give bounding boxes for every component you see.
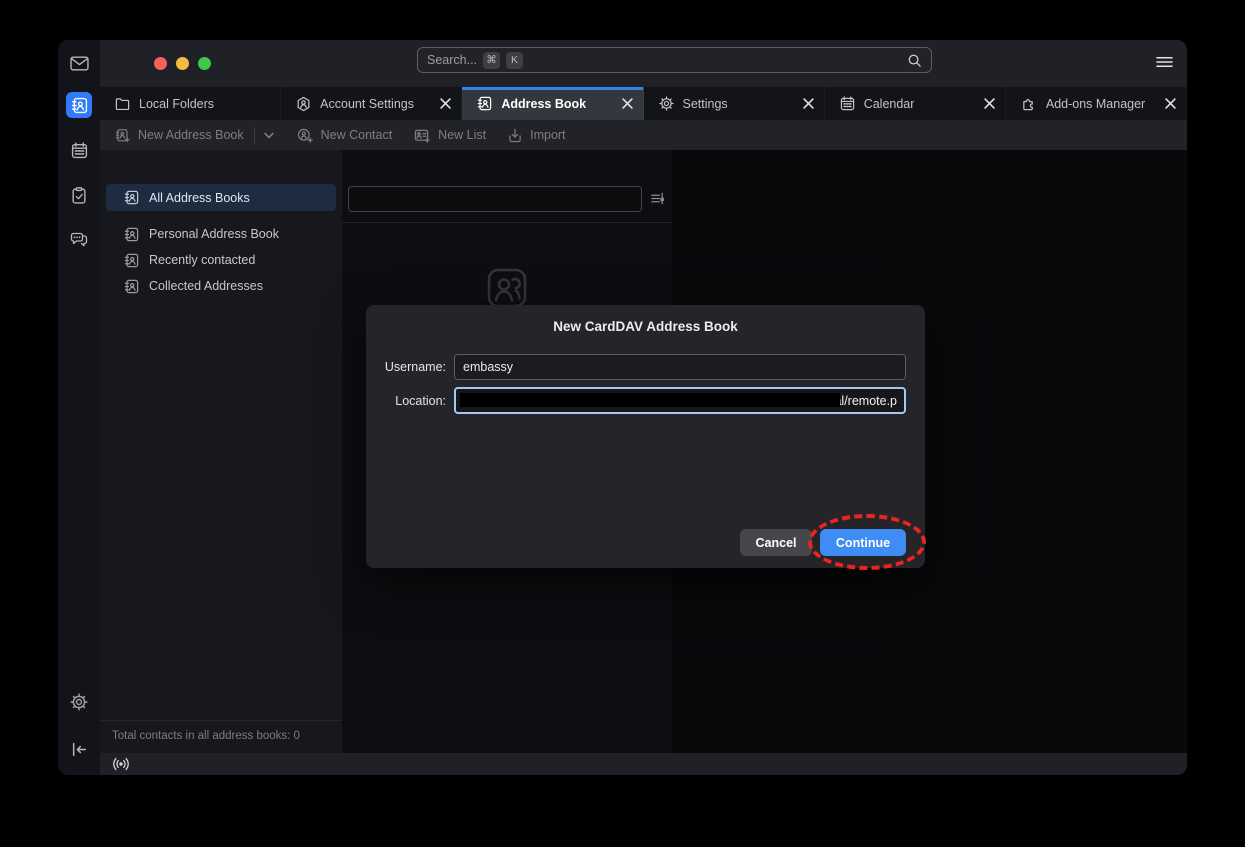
- address-book-icon: [124, 279, 139, 294]
- mail-icon: [70, 56, 89, 71]
- address-book-icon: [71, 97, 88, 114]
- new-list-icon: [414, 128, 430, 143]
- status-bar: [100, 753, 1187, 775]
- space-calendar-button[interactable]: [66, 137, 92, 163]
- close-window-button[interactable]: [154, 57, 167, 70]
- book-row-all-address-books[interactable]: All Address Books: [106, 184, 336, 211]
- address-books-pane: All Address Books Personal Address Book …: [100, 150, 342, 753]
- app-menu-button[interactable]: [1156, 56, 1173, 68]
- new-contact-button[interactable]: New Contact: [297, 128, 393, 143]
- spaces-settings-button[interactable]: [66, 689, 92, 715]
- close-icon[interactable]: [440, 98, 451, 109]
- book-row-recently-contacted[interactable]: Recently contacted: [100, 247, 342, 273]
- contacts-placeholder-icon: [487, 268, 527, 308]
- new-list-button[interactable]: New List: [414, 128, 486, 143]
- chevron-down-icon[interactable]: [263, 131, 275, 140]
- shortcut-k-badge: K: [506, 52, 523, 69]
- username-label: Username:: [366, 360, 446, 374]
- book-row-label: Personal Address Book: [149, 227, 279, 241]
- continue-button[interactable]: Continue: [820, 529, 906, 556]
- tab-label: Local Folders: [139, 97, 214, 111]
- import-icon: [508, 128, 522, 143]
- space-address-book-button[interactable]: [66, 92, 92, 118]
- total-contacts-status: Total contacts in all address books: 0: [100, 720, 342, 753]
- new-contact-icon: [297, 128, 313, 143]
- new-contact-label: New Contact: [321, 128, 393, 142]
- new-address-book-label: New Address Book: [138, 128, 244, 142]
- display-options-button[interactable]: [650, 191, 665, 206]
- address-book-icon: [124, 253, 139, 268]
- traffic-lights: [154, 57, 211, 70]
- close-icon[interactable]: [1165, 98, 1176, 109]
- import-label: Import: [530, 128, 565, 142]
- tab-calendar[interactable]: Calendar: [825, 87, 1006, 120]
- tab-account-settings[interactable]: Account Settings: [281, 87, 462, 120]
- book-row-label: All Address Books: [149, 191, 250, 205]
- display-options-icon: [650, 191, 665, 206]
- location-label: Location:: [366, 394, 446, 408]
- close-icon[interactable]: [803, 98, 814, 109]
- search-placeholder: Search...: [427, 53, 477, 67]
- shortcut-cmd-badge: ⌘: [483, 52, 500, 69]
- redaction-bar: [460, 393, 840, 407]
- tab-label: Account Settings: [320, 97, 414, 111]
- app-window: Search... ⌘ K Local Folders Account S: [58, 40, 1187, 775]
- space-tasks-button[interactable]: [66, 182, 92, 208]
- new-address-book-icon: [115, 128, 130, 143]
- zoom-window-button[interactable]: [198, 57, 211, 70]
- spaces-toolbar: [58, 40, 100, 775]
- collapse-spaces-button[interactable]: [66, 736, 92, 762]
- tab-bar: Local Folders Account Settings Address B…: [100, 87, 1187, 120]
- address-book-icon: [124, 227, 139, 242]
- chat-icon: [70, 232, 88, 248]
- address-book-list: All Address Books Personal Address Book …: [100, 150, 342, 299]
- close-icon[interactable]: [984, 98, 995, 109]
- tab-local-folders[interactable]: Local Folders: [100, 87, 281, 120]
- settings-gear-icon: [70, 693, 88, 711]
- new-list-label: New List: [438, 128, 486, 142]
- tab-address-book[interactable]: Address Book: [462, 87, 643, 120]
- tab-settings[interactable]: Settings: [644, 87, 825, 120]
- space-chat-button[interactable]: [66, 227, 92, 253]
- search-icon: [907, 53, 922, 68]
- book-row-collected-addresses[interactable]: Collected Addresses: [100, 273, 342, 299]
- tab-addons-manager[interactable]: Add-ons Manager: [1006, 87, 1187, 120]
- account-settings-icon: [296, 96, 311, 112]
- calendar-icon: [71, 142, 88, 159]
- address-book-toolbar: New Address Book New Contact New List Im…: [100, 120, 1187, 150]
- menu-icon: [1156, 56, 1173, 68]
- collapse-sidebar-icon: [71, 742, 88, 757]
- book-row-personal-address-book[interactable]: Personal Address Book: [100, 221, 342, 247]
- tab-label: Settings: [683, 97, 728, 111]
- cards-separator: [342, 222, 672, 223]
- folder-icon: [115, 97, 130, 111]
- new-carddav-dialog: New CardDAV Address Book Username: Locat…: [366, 305, 925, 568]
- address-book-icon: [477, 96, 492, 111]
- tasks-icon: [71, 187, 87, 204]
- dialog-title: New CardDAV Address Book: [366, 305, 925, 334]
- book-row-label: Recently contacted: [149, 253, 255, 267]
- broadcast-icon: [111, 756, 131, 772]
- contacts-filter-input[interactable]: [348, 186, 642, 212]
- calendar-icon: [840, 96, 855, 111]
- cancel-button[interactable]: Cancel: [740, 529, 812, 556]
- puzzle-icon: [1021, 96, 1037, 111]
- book-row-label: Collected Addresses: [149, 279, 263, 293]
- tab-label: Add-ons Manager: [1046, 97, 1145, 111]
- import-button[interactable]: Import: [508, 128, 565, 143]
- tab-label: Calendar: [864, 97, 915, 111]
- gear-icon: [659, 96, 674, 111]
- toolbar-divider: [254, 127, 255, 144]
- global-search-input[interactable]: Search... ⌘ K: [417, 47, 932, 73]
- new-address-book-button[interactable]: New Address Book: [115, 128, 244, 143]
- address-book-icon: [124, 190, 139, 205]
- username-field[interactable]: [454, 354, 906, 380]
- tab-label: Address Book: [501, 97, 586, 111]
- location-field[interactable]: d.local/remote.p: [454, 387, 906, 414]
- minimize-window-button[interactable]: [176, 57, 189, 70]
- close-icon[interactable]: [622, 98, 633, 109]
- space-mail-button[interactable]: [66, 50, 92, 76]
- titlebar: Search... ⌘ K: [100, 40, 1187, 87]
